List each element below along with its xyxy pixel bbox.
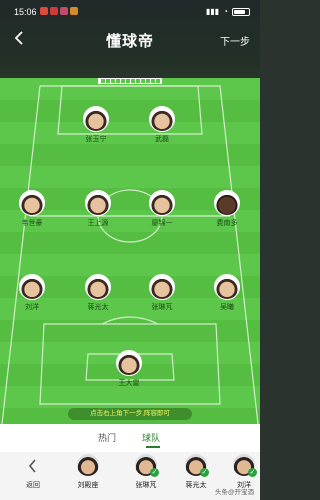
check-icon: ✓: [150, 468, 159, 477]
avatar: [149, 190, 175, 216]
player-defender-2[interactable]: 蒋光太: [73, 274, 123, 312]
tab-team[interactable]: 球队: [142, 431, 160, 444]
player-forward-2[interactable]: 武磊: [137, 106, 187, 144]
player-name: 吴曦: [220, 304, 234, 311]
player-name: 刘洋: [25, 304, 39, 311]
battery-fill: [234, 9, 245, 14]
app-notification-icon: [60, 7, 68, 15]
avatar: [214, 190, 240, 216]
avatar: [85, 190, 111, 216]
app-notification-icon: [70, 7, 78, 15]
player-picker-panel: 热门 球队 返回 刘殿座 ✓ 张琳芃 ✓ 蒋光太 ✓ 刘洋 头条@开宝酒: [0, 424, 260, 500]
bench-player[interactable]: ✓ 张琳芃: [126, 454, 166, 490]
bench-player[interactable]: ✓ 刘洋: [224, 454, 264, 490]
avatar: [83, 106, 109, 132]
bench-player[interactable]: ✓ 蒋光太: [176, 454, 216, 490]
back-label: 返回: [26, 482, 40, 489]
goal-net: [98, 78, 162, 84]
football-pitch: 张玉宁 武磊 韦世豪 王上源 廖锦一 费南多 刘洋 蒋光太 张琳芃 吴曦 王大雷: [0, 78, 260, 424]
check-icon: ✓: [200, 468, 209, 477]
player-defender-4[interactable]: 吴曦: [202, 274, 252, 312]
player-goalkeeper[interactable]: 王大雷: [104, 350, 154, 388]
watermark: 头条@开宝酒: [214, 489, 254, 496]
bench-player[interactable]: 刘殿座: [68, 454, 108, 490]
player-name: 王上源: [87, 220, 109, 227]
tab-hot[interactable]: 热门: [98, 431, 116, 444]
player-name: 张玉宁: [85, 136, 107, 143]
nav-bar: 懂球帝 下一步: [0, 26, 260, 52]
player-forward-1[interactable]: 张玉宁: [71, 106, 121, 144]
avatar: [77, 454, 99, 476]
picker-tabs: 热门 球队: [0, 424, 260, 450]
avatar: [19, 274, 45, 300]
app-notification-icon: [40, 7, 48, 15]
player-name: 韦世豪: [21, 220, 43, 227]
player-name: 武磊: [155, 136, 169, 143]
next-step-button[interactable]: 下一步: [220, 33, 250, 48]
player-name: 蒋光太: [185, 482, 207, 489]
player-name: 张琳芃: [151, 304, 173, 311]
bench-list: 返回 刘殿座 ✓ 张琳芃 ✓ 蒋光太 ✓ 刘洋 头条@开宝酒: [0, 452, 260, 500]
player-name: 蒋光太: [87, 304, 109, 311]
player-name: 费南多: [216, 220, 238, 227]
chevron-left-icon: [28, 459, 36, 473]
wifi-icon: ◔: [223, 7, 228, 16]
status-bar: 15:06 ▮▮▮ ◔: [0, 0, 260, 22]
player-defender-3[interactable]: 张琳芃: [137, 274, 187, 312]
avatar: [149, 106, 175, 132]
player-name: 张琳芃: [135, 482, 157, 489]
check-icon: ✓: [248, 468, 257, 477]
avatar: [85, 274, 111, 300]
avatar: [149, 274, 175, 300]
player-name: 刘殿座: [77, 482, 99, 489]
player-midfielder-4[interactable]: 费南多: [202, 190, 252, 228]
bench-back-button[interactable]: 返回: [18, 456, 48, 490]
battery-icon: [232, 7, 250, 16]
hint-banner: 点击右上角下一步,阵容即可: [68, 408, 192, 420]
status-app-icons: [40, 7, 78, 15]
avatar: [116, 350, 142, 376]
player-midfielder-2[interactable]: 王上源: [73, 190, 123, 228]
status-indicators: ▮▮▮ ◔: [206, 7, 250, 16]
player-name: 廖锦一: [151, 220, 173, 227]
player-defender-1[interactable]: 刘洋: [7, 274, 57, 312]
avatar: [214, 274, 240, 300]
avatar: [19, 190, 45, 216]
player-midfielder-1[interactable]: 韦世豪: [7, 190, 57, 228]
app-notification-icon: [50, 7, 58, 15]
player-name: 王大雷: [118, 380, 140, 387]
status-time: 15:06: [14, 7, 37, 17]
active-tab-indicator: [146, 446, 160, 448]
player-midfielder-3[interactable]: 廖锦一: [137, 190, 187, 228]
signal-icon: ▮▮▮: [205, 7, 220, 16]
